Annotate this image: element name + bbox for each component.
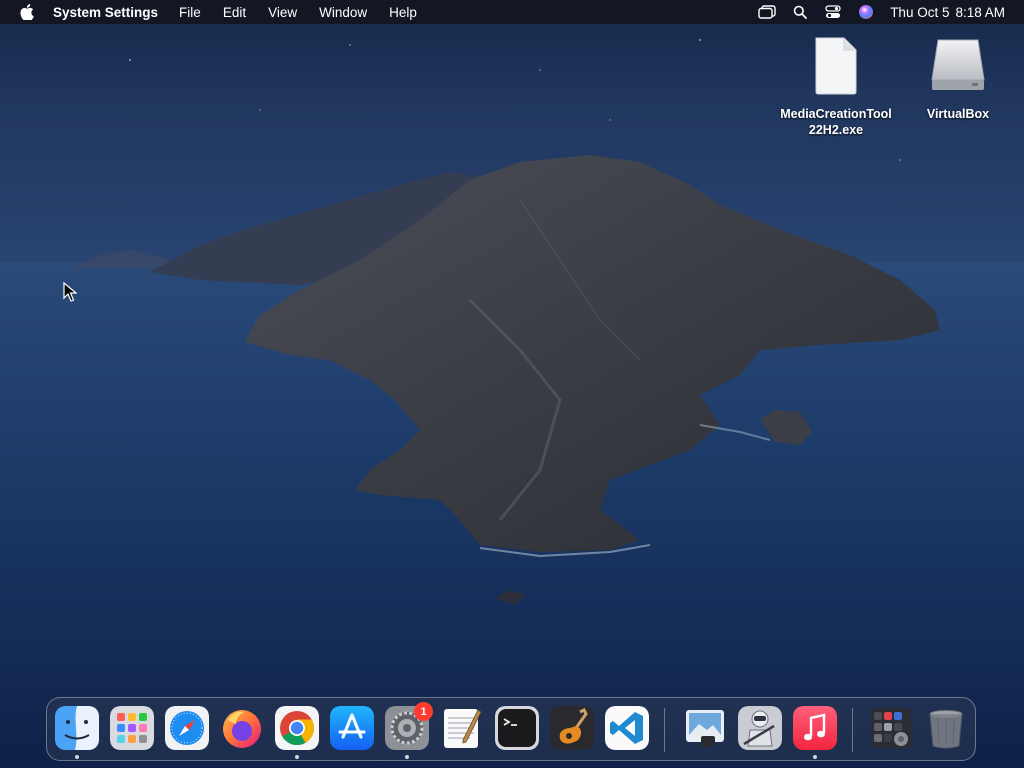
menu-bar-left: System Settings File Edit View Window He…: [0, 0, 439, 24]
dock-garageband[interactable]: [550, 706, 594, 750]
clock-date: Thu Oct 5: [890, 4, 950, 20]
dock-trash[interactable]: [924, 706, 968, 750]
active-app-name[interactable]: System Settings: [53, 5, 158, 20]
app-store-icon: [330, 706, 374, 750]
dock-finder[interactable]: [55, 706, 99, 750]
clock-time: 8:18 AM: [955, 4, 1005, 20]
menu-view[interactable]: View: [268, 5, 297, 20]
running-indicator: [295, 755, 299, 759]
running-indicator: [75, 755, 79, 759]
running-indicator: [405, 755, 409, 759]
vscode-icon: [605, 706, 649, 750]
menu-edit[interactable]: Edit: [223, 5, 246, 20]
dock-chrome[interactable]: [275, 706, 319, 750]
menu-bar-right: Thu Oct 5 8:18 AM: [758, 0, 1024, 24]
dock-app-store[interactable]: [330, 706, 374, 750]
desktop-icon-mediacreationtool[interactable]: MediaCreationTool 22H2.exe: [776, 36, 896, 138]
menu-file[interactable]: File: [179, 5, 201, 20]
dock-textedit[interactable]: [440, 706, 484, 750]
control-center-icon[interactable]: [824, 4, 842, 20]
document-file-icon: [815, 37, 857, 95]
preview-icon: [686, 710, 724, 747]
disk-volume-icon: [931, 39, 985, 90]
dock-launchpad[interactable]: [110, 706, 154, 750]
launchpad-icon: [110, 706, 154, 750]
textedit-icon: [444, 709, 482, 748]
notification-badge: 1: [414, 702, 433, 721]
menu-window[interactable]: Window: [319, 5, 367, 20]
safari-icon: [165, 706, 209, 750]
automator-icon: [738, 706, 782, 750]
dock-vscode[interactable]: [605, 706, 649, 750]
dock-preview[interactable]: [683, 706, 727, 750]
garageband-icon: [550, 706, 594, 750]
dock: 1: [46, 697, 976, 761]
dock-separator: [664, 708, 665, 752]
mouse-cursor-icon: [63, 282, 77, 302]
dock-firefox[interactable]: [220, 706, 264, 750]
dock-terminal[interactable]: [495, 706, 539, 750]
menu-help[interactable]: Help: [389, 5, 417, 20]
desktop-icon-label: VirtualBox: [926, 107, 990, 121]
window-switcher-icon[interactable]: [758, 4, 776, 20]
apple-menu-icon[interactable]: [18, 3, 36, 21]
dock-safari[interactable]: [165, 706, 209, 750]
applications-stack-icon: [871, 708, 911, 748]
dock-automator[interactable]: [738, 706, 782, 750]
trash-icon: [929, 710, 963, 749]
finder-icon: [55, 706, 99, 750]
siri-icon[interactable]: [857, 4, 875, 20]
terminal-icon: [495, 706, 539, 750]
music-icon: [793, 706, 837, 750]
dock-music[interactable]: [793, 706, 837, 750]
firefox-icon: [223, 710, 261, 748]
desktop-icon-label: MediaCreationTool 22H2.exe: [780, 107, 892, 137]
spotlight-search-icon[interactable]: [791, 4, 809, 20]
dock-separator: [852, 708, 853, 752]
menu-bar: System Settings File Edit View Window He…: [0, 0, 1024, 24]
chrome-icon: [275, 706, 319, 750]
desktop-icon-virtualbox[interactable]: VirtualBox: [898, 36, 1018, 122]
dock-applications-stack[interactable]: [869, 706, 913, 750]
menu-bar-clock[interactable]: Thu Oct 5 8:18 AM: [890, 5, 1005, 20]
running-indicator: [813, 755, 817, 759]
